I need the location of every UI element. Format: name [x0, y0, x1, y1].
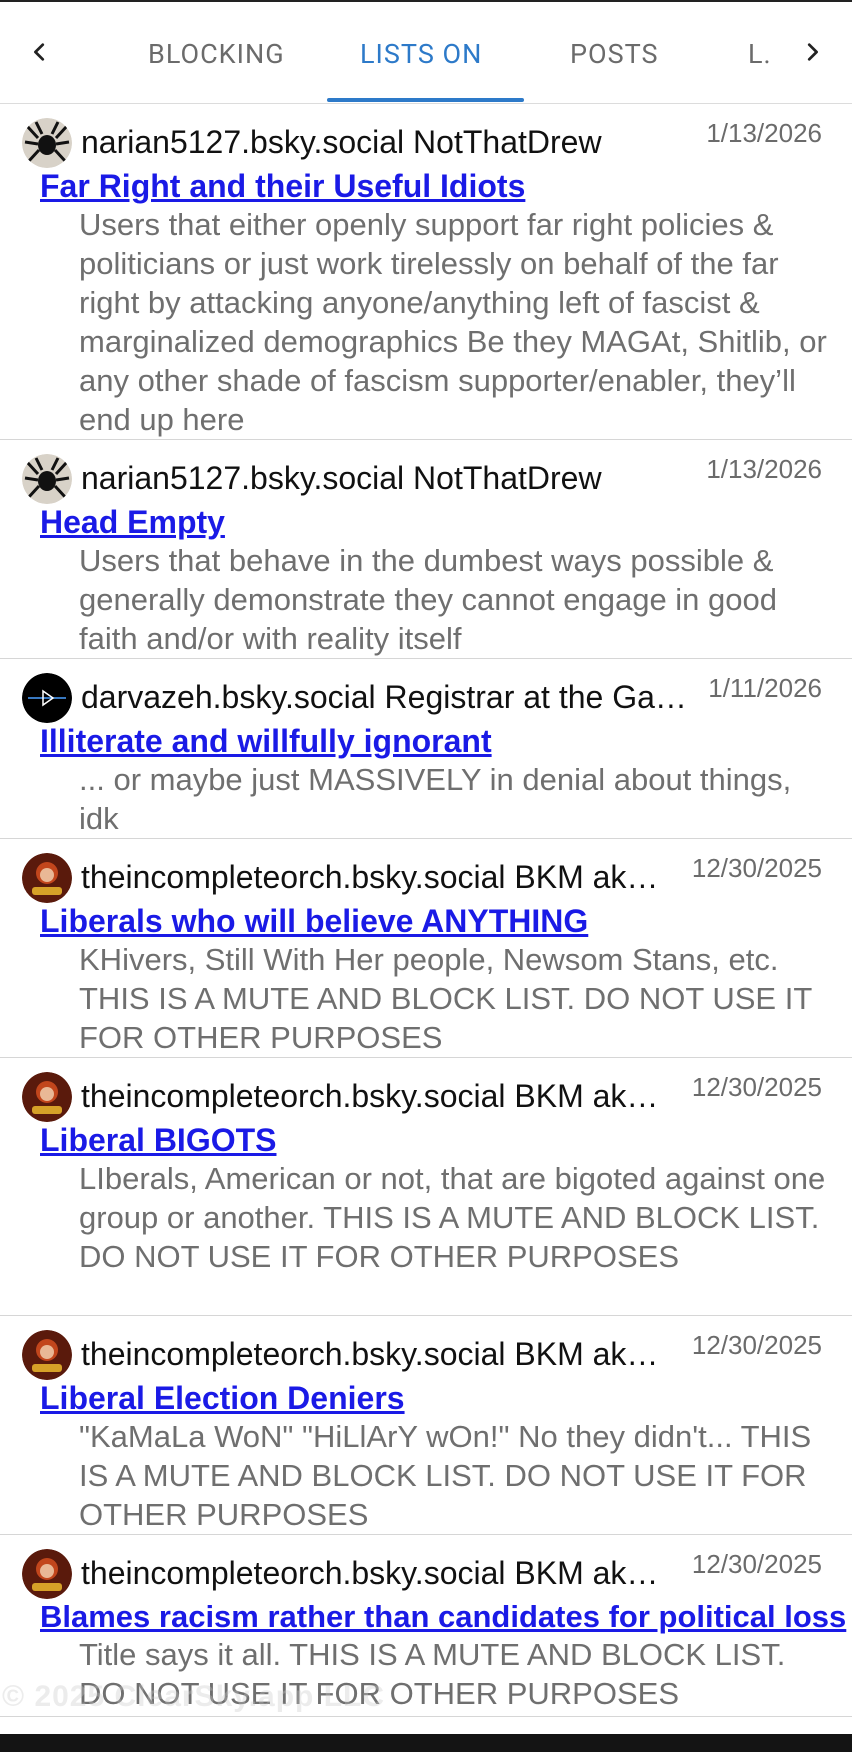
list-description: Users that behave in the dumbest ways po…: [79, 543, 777, 656]
list-owner[interactable]: darvazeh.bsky.social Registrar at the Ga…: [81, 679, 693, 716]
avatar[interactable]: [22, 1549, 72, 1599]
lists-on-list: narian5127.bsky.social NotThatDrew 1/13/…: [0, 104, 852, 1717]
tab-bar: BLOCKING LISTS ON POSTS L...: [0, 0, 852, 104]
list-date: 1/13/2026: [706, 118, 822, 148]
active-tab-indicator: [327, 98, 524, 102]
avatar[interactable]: [22, 1072, 72, 1122]
list-title-link[interactable]: Liberal Election Deniers: [40, 1380, 852, 1417]
chevron-left-icon: [34, 43, 45, 61]
list-item: theincompleteorch.bsky.social BKM ak… 12…: [0, 1058, 852, 1316]
list-description: ... or maybe just MASSIVELY in denial ab…: [79, 762, 792, 836]
tab-blocking[interactable]: BLOCKING: [148, 32, 285, 76]
play-circle-avatar-icon: [22, 673, 72, 723]
list-owner[interactable]: narian5127.bsky.social NotThatDrew: [81, 460, 681, 497]
chevron-right-icon: [807, 43, 818, 61]
list-owner[interactable]: theincompleteorch.bsky.social BKM ak…: [81, 859, 681, 896]
profile-avatar-icon: [22, 1072, 72, 1122]
list-date: 12/30/2025: [691, 1330, 822, 1360]
list-description: KHivers, Still With Her people, Newsom S…: [79, 942, 812, 1055]
spider-avatar-icon: [22, 118, 72, 168]
list-title-link[interactable]: Far Right and their Useful Idiots: [40, 168, 852, 205]
list-title-link[interactable]: Illiterate and willfully ignorant: [40, 723, 852, 760]
scroll-right-button[interactable]: [792, 30, 832, 74]
scroll-left-button[interactable]: [20, 30, 60, 74]
tab-overflow[interactable]: L...: [748, 32, 770, 76]
list-description: "KaMaLa WoN" "HiLlArY wOn!" No they didn…: [79, 1419, 812, 1532]
profile-avatar-icon: [22, 1330, 72, 1380]
list-item: darvazeh.bsky.social Registrar at the Ga…: [0, 659, 852, 839]
profile-avatar-icon: [22, 853, 72, 903]
avatar[interactable]: [22, 454, 72, 504]
list-date: 12/30/2025: [691, 853, 822, 883]
list-title-link[interactable]: Liberals who will believe ANYTHING: [40, 903, 852, 940]
watermark: © 2025 ClearSky.app LLC: [2, 1680, 386, 1713]
list-item: narian5127.bsky.social NotThatDrew 1/13/…: [0, 440, 852, 659]
list-item: theincompleteorch.bsky.social BKM ak… 12…: [0, 839, 852, 1058]
avatar[interactable]: [22, 118, 72, 168]
list-date: 1/11/2026: [708, 673, 822, 703]
list-date: 12/30/2025: [691, 1549, 822, 1579]
avatar[interactable]: [22, 673, 72, 723]
list-description: LIberals, American or not, that are bigo…: [79, 1161, 826, 1274]
list-owner[interactable]: theincompleteorch.bsky.social BKM ak…: [81, 1336, 681, 1373]
avatar[interactable]: [22, 853, 72, 903]
tab-posts[interactable]: POSTS: [570, 32, 659, 76]
list-title-link[interactable]: Blames racism rather than candidates for…: [40, 1599, 852, 1635]
tab-lists-on[interactable]: LISTS ON: [360, 32, 482, 76]
avatar[interactable]: [22, 1330, 72, 1380]
list-owner[interactable]: theincompleteorch.bsky.social BKM ak…: [81, 1078, 681, 1115]
spider-avatar-icon: [22, 454, 72, 504]
profile-avatar-icon: [22, 1549, 72, 1599]
list-item: narian5127.bsky.social NotThatDrew 1/13/…: [0, 104, 852, 440]
bottom-bar: [0, 1734, 852, 1752]
list-title-link[interactable]: Liberal BIGOTS: [40, 1122, 852, 1159]
list-title-link[interactable]: Head Empty: [40, 504, 852, 541]
list-description: Users that either openly support far rig…: [79, 207, 827, 437]
list-owner[interactable]: theincompleteorch.bsky.social BKM ak…: [81, 1555, 681, 1592]
list-item: theincompleteorch.bsky.social BKM ak… 12…: [0, 1316, 852, 1535]
list-date: 12/30/2025: [691, 1072, 822, 1102]
list-owner[interactable]: narian5127.bsky.social NotThatDrew: [81, 124, 681, 161]
list-date: 1/13/2026: [706, 454, 822, 484]
